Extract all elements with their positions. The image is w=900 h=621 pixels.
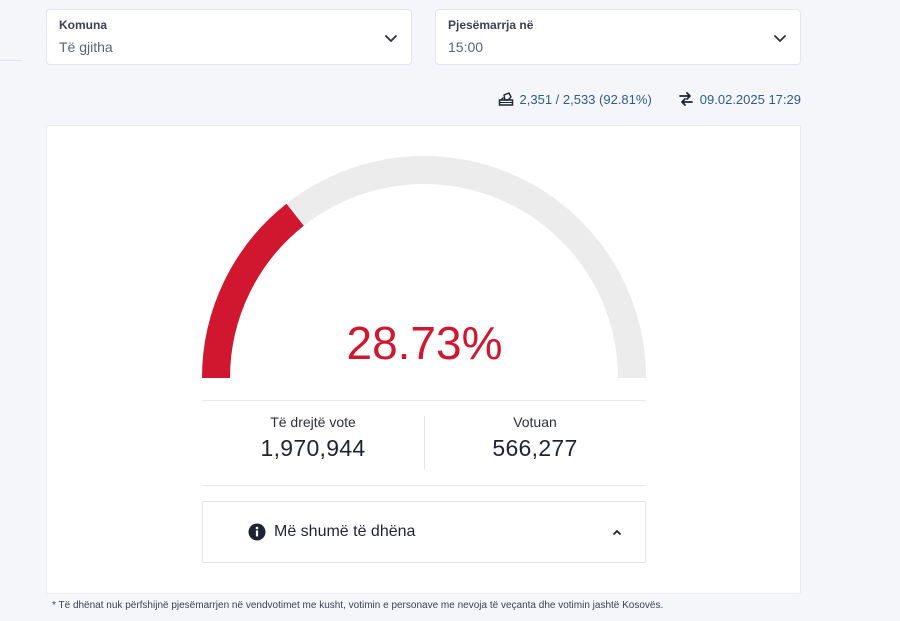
more-details-label: Më shumë të dhëna (274, 523, 416, 540)
pjesemarrja-label: Pjesëmarrja në (448, 18, 534, 32)
chevron-down-icon (385, 35, 397, 42)
stats-divider-bottom (202, 485, 646, 486)
info-row: 2,351 / 2,533 (92.81%) 09.02.2025 17:29 (498, 89, 801, 109)
eligible-voters-label: Të drejtë vote (270, 414, 356, 430)
pjesemarrja-value: 15:00 (448, 39, 484, 55)
stations-count: 2,351 / 2,533 (92.81%) (519, 91, 652, 107)
voted-stat: Votuan 566,277 (424, 414, 646, 462)
updated-info: 09.02.2025 17:29 (678, 91, 801, 107)
ballot-box-icon (498, 92, 513, 106)
left-edge-divider (0, 60, 22, 61)
eligible-voters-stat: Të drejtë vote 1,970,944 (202, 414, 424, 462)
komuna-value: Të gjitha (59, 39, 113, 55)
komuna-label: Komuna (59, 18, 107, 32)
eligible-voters-value: 1,970,944 (260, 435, 366, 461)
refresh-arrows-icon (678, 92, 693, 106)
chevron-down-icon (774, 35, 786, 42)
voted-value: 566,277 (492, 435, 578, 461)
turnout-percent: 28.73% (346, 317, 503, 369)
footnote: * Të dhënat nuk përfshijnë pjesëmarrjen … (52, 600, 664, 611)
stations-info: 2,351 / 2,533 (92.81%) (498, 91, 652, 107)
pjesemarrja-select[interactable]: Pjesëmarrja në 15:00 (435, 9, 801, 65)
komuna-select[interactable]: Komuna Të gjitha (46, 9, 412, 65)
stats-divider-top (202, 400, 646, 401)
updated-timestamp: 09.02.2025 17:29 (699, 91, 801, 107)
info-icon (248, 523, 266, 541)
turnout-card: 28.73% Të drejtë vote 1,970,944 Votuan 5… (46, 125, 801, 594)
more-details-toggle[interactable]: Më shumë të dhëna (202, 501, 646, 563)
chevron-up-icon (613, 530, 621, 535)
voted-label: Votuan (513, 414, 557, 430)
